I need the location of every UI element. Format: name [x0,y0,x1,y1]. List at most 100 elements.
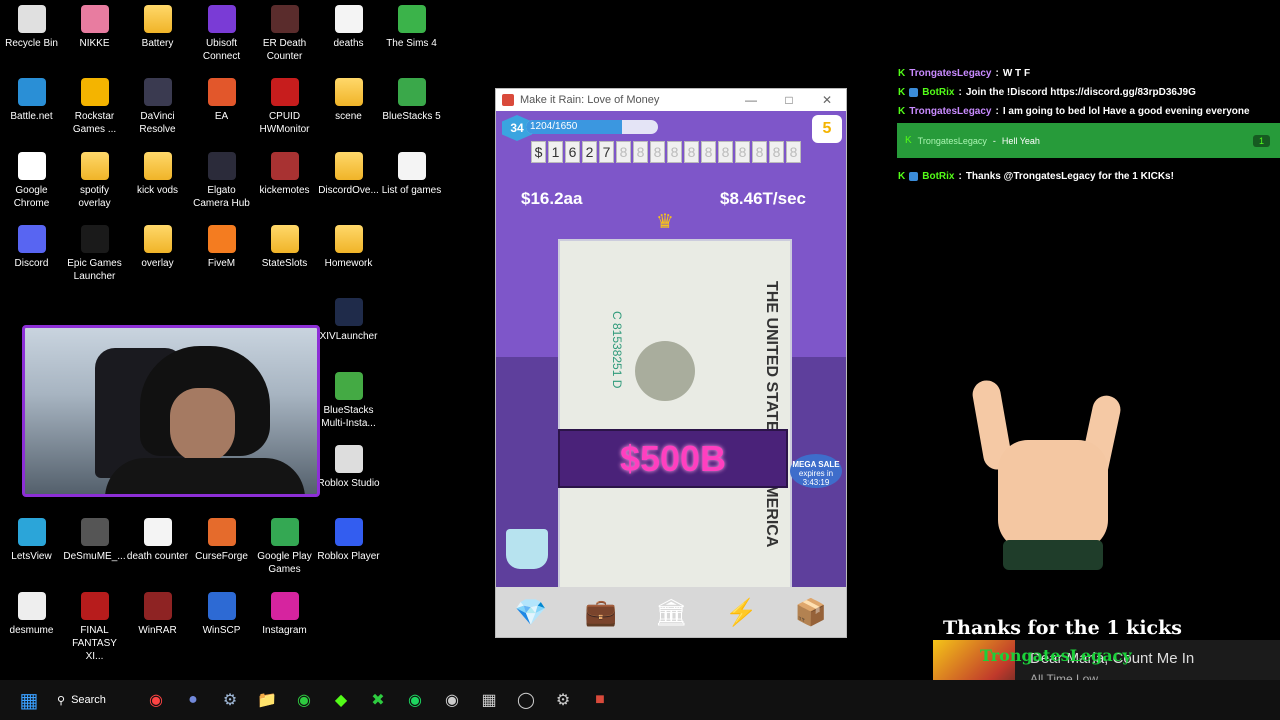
app-icon [17,592,46,620]
desktop-icon[interactable]: deaths [317,5,380,50]
lightning-icon[interactable]: ⚡ [725,597,757,628]
desktop-icon-label: desmume [9,625,54,636]
desktop-icon[interactable]: CPUID HWMonitor [253,78,316,136]
app-icon [80,225,109,253]
app-icon [80,78,109,106]
desktop-icon-label: Epic Games Launcher [67,258,122,282]
desktop-icon-label: DeSmuME_... [63,551,126,562]
game-titlebar[interactable]: Make it Rain: Love of Money — □ ✕ [496,89,846,111]
gem-icon[interactable]: 💎 [515,597,547,628]
desktop-icon[interactable]: Roblox Studio [317,445,380,490]
desktop-icon[interactable]: LetsView [0,518,63,563]
chrome-icon[interactable]: ◉ [139,683,173,717]
chat-message: K BotRix: Thanks @TrongatesLegacy for th… [898,171,1174,182]
desktop-icon[interactable]: kickemotes [253,152,316,197]
app-icon [207,518,236,546]
close-button[interactable]: ✕ [808,93,846,107]
windows-start-icon[interactable]: ▦ [12,683,46,717]
desktop-icon[interactable]: FiveM [190,225,253,270]
maximize-button[interactable]: □ [770,93,808,107]
briefcase-icon[interactable]: 💼 [585,597,617,628]
app-icon [207,5,236,33]
desktop-icon[interactable]: List of games [380,152,443,197]
app-icon [80,152,109,180]
desktop-icon[interactable]: Google Play Games [253,518,316,576]
obs-icon[interactable]: ◯ [509,683,543,717]
kick-app-icon[interactable]: ◆ [324,683,358,717]
desktop-icon[interactable]: StateSlots [253,225,316,270]
desktop-icon[interactable]: DaVinci Resolve [126,78,189,136]
counter-digit: 8 [718,141,733,163]
app-icon [143,225,172,253]
app-icon [334,372,363,400]
desktop-icon[interactable]: FINAL FANTASY XI... [63,592,126,663]
app-icon [17,5,46,33]
offer-banner[interactable]: $500B [558,429,788,488]
steam-icon[interactable]: ⚙ [213,683,247,717]
coin-counter[interactable]: 5 [812,115,842,143]
desktop-icon[interactable]: scene [317,78,380,123]
xbox-icon[interactable]: ✖ [361,683,395,717]
game-bottom-bar: 💎 💼 🏛 ⚡ 📦 [496,587,846,637]
desktop-icon[interactable]: overlay [126,225,189,270]
desktop-icon[interactable]: desmume [0,592,63,637]
desktop-icon[interactable]: WinRAR [126,592,189,637]
desktop-icon[interactable]: DiscordOve... [317,152,380,197]
desktop-icon[interactable]: XIVLauncher [317,298,380,343]
desktop-icon[interactable]: Battle.net [0,78,63,123]
desktop-icon-label: StateSlots [261,258,308,269]
desktop-icon[interactable]: Instagram [253,592,316,637]
xp-text: 1204/1650 [530,121,578,132]
bucket-icon[interactable] [506,529,548,569]
game-window[interactable]: Make it Rain: Love of Money — □ ✕ 34 120… [495,88,847,638]
search-icon: ⚲ [57,694,66,707]
file-explorer-icon[interactable]: 📁 [250,683,284,717]
counter-digit: 8 [650,141,665,163]
stream-deck-icon[interactable]: ▦ [472,683,506,717]
desktop-icon[interactable]: ER Death Counter [253,5,316,63]
taskbar-search[interactable]: ⚲ Search [49,686,133,714]
minimize-button[interactable]: — [732,93,770,107]
desktop-icon[interactable]: Homework [317,225,380,270]
locked-item-icon[interactable]: 📦 [795,597,827,628]
chat-message: K TrongatesLegacy: W T F [898,68,1031,79]
app-icon [270,152,299,180]
desktop-icon[interactable]: EA [190,78,253,123]
desktop-icon[interactable]: BlueStacks 5 [380,78,443,123]
app-icon [270,592,299,620]
desktop-icon[interactable]: Battery [126,5,189,50]
app-icon [397,5,426,33]
desktop-icon[interactable]: NIKKE [63,5,126,50]
desktop-icon[interactable]: Epic Games Launcher [63,225,126,283]
camera-hub-icon[interactable]: ◉ [435,683,469,717]
mega-sale-button[interactable]: MEGA SALE expires in 3:43:19 [790,454,842,488]
bank-icon[interactable]: 🏛 [654,597,687,628]
desktop-icon-label: Google Play Games [257,551,312,575]
sale-label: MEGA SALE [792,460,840,469]
xbox-app-icon[interactable]: ◉ [287,683,321,717]
discord-icon[interactable]: ● [176,683,210,717]
desktop-icon[interactable]: Elgato Camera Hub [190,152,253,210]
desktop-icon[interactable]: DeSmuME_... [63,518,126,563]
desktop-icon[interactable]: death counter [126,518,189,563]
desktop-icon[interactable]: Discord [0,225,63,270]
app-icon [334,152,363,180]
desktop-icon[interactable]: Roblox Player [317,518,380,563]
spotify-icon[interactable]: ◉ [398,683,432,717]
desktop-icon[interactable]: Rockstar Games ... [63,78,126,136]
desktop-icon[interactable]: Recycle Bin [0,5,63,50]
chat-overlay: K TrongatesLegacy: W T F K BotRix: Join … [898,64,1278,121]
desktop-icon[interactable]: spotify overlay [63,152,126,210]
desktop-icon[interactable]: Ubisoft Connect [190,5,253,63]
settings-icon[interactable]: ⚙ [546,683,580,717]
desktop-icon[interactable]: The Sims 4 [380,5,443,50]
desktop-icon[interactable]: WinSCP [190,592,253,637]
make-it-rain-icon[interactable]: ■ [583,683,617,717]
desktop-icon[interactable]: kick vods [126,152,189,197]
desktop-icon[interactable]: CurseForge [190,518,253,563]
desktop-icon[interactable]: BlueStacks Multi-Insta... [317,372,380,430]
app-icon [207,78,236,106]
crown-icon[interactable]: ♛ [656,209,674,234]
desktop-icon[interactable]: Google Chrome [0,152,63,210]
dollar-bill[interactable]: C 81538251 D THE UNITED STATES OF AMERIC… [558,239,792,593]
